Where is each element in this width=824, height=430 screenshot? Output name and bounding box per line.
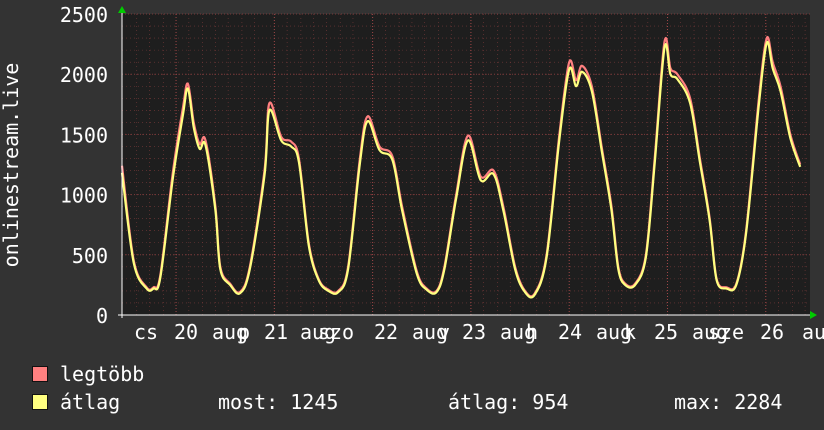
x-tick-label: 26 xyxy=(760,320,784,344)
x-tick-label: sze xyxy=(708,320,744,344)
x-tick-label: p xyxy=(238,320,250,344)
x-axis-arrow xyxy=(810,311,817,319)
legend-item-legtobb: legtöbb xyxy=(32,362,144,386)
y-axis-label: onlinestream.live xyxy=(0,63,23,268)
legend-item-atlag: átlag xyxy=(32,390,120,414)
x-axis-ticks: cs 20 augp 21 augszo 22 augv 23 augh 24 augk 25 augs… xyxy=(134,320,824,344)
plot-area xyxy=(122,14,810,315)
y-tick-label: 2500 xyxy=(60,3,108,27)
x-tick-label: h xyxy=(526,320,538,344)
y-tick-label: 500 xyxy=(72,244,108,268)
x-tick-label: cs xyxy=(134,320,158,344)
legtobb-swatch xyxy=(32,366,48,382)
x-tick-label: szo xyxy=(318,320,354,344)
x-tick-label: v xyxy=(438,320,450,344)
y-tick-label: 0 xyxy=(96,304,108,328)
x-tick-label: 20 xyxy=(174,320,198,344)
x-tick-label: 24 xyxy=(558,320,582,344)
x-tick-label: 23 xyxy=(462,320,486,344)
x-tick-label: 22 xyxy=(374,320,398,344)
stat-atlag: átlag: 954 xyxy=(448,390,569,414)
stat-most: most: 1245 xyxy=(218,390,339,414)
stat-max: max: 2284 xyxy=(674,390,783,414)
x-tick-label: au xyxy=(802,320,824,344)
y-tick-label: 1000 xyxy=(60,184,108,208)
legtobb-label: legtöbb xyxy=(60,362,145,386)
x-tick-label: k xyxy=(624,320,636,344)
x-tick-label: 25 xyxy=(654,320,678,344)
y-axis-arrow xyxy=(118,6,126,13)
y-axis-ticks: 0 500 1000 1500 2000 2500 xyxy=(60,3,108,328)
y-tick-label: 1500 xyxy=(60,123,108,147)
x-tick-label: 21 xyxy=(264,320,288,344)
atlag-swatch xyxy=(32,394,48,410)
y-tick-label: 2000 xyxy=(60,63,108,87)
atlag-label: átlag xyxy=(60,390,121,414)
